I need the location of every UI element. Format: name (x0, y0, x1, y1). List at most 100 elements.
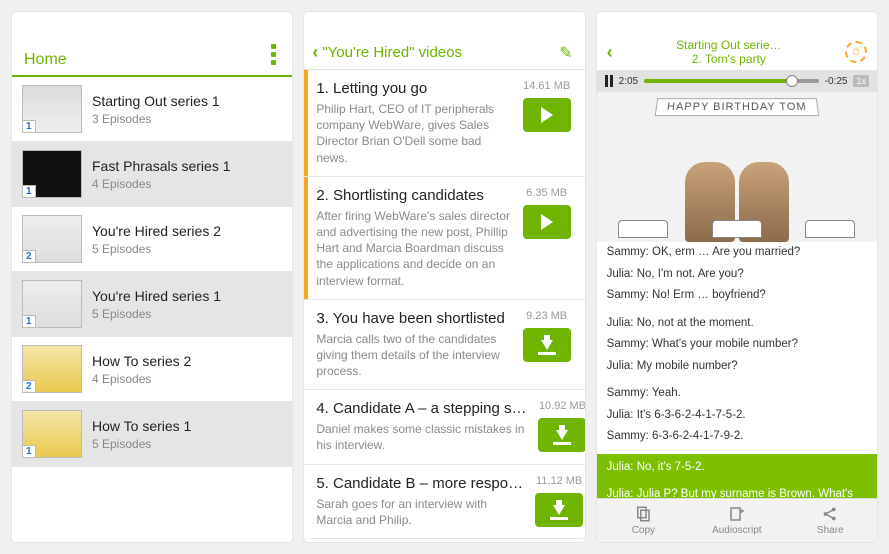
series-title: How To series 2 (92, 353, 191, 369)
series-subtitle: 4 Episodes (92, 177, 231, 191)
video-actions: 6.35 MB (519, 187, 575, 289)
series-text: You're Hired series 2 5 Episodes (92, 223, 221, 256)
edit-icon[interactable]: ✎ (559, 43, 572, 63)
series-subtitle: 3 Episodes (92, 112, 220, 126)
episode-illustration: HAPPY BIRTHDAY TOM (597, 92, 877, 242)
transcript[interactable]: Sammy: OK, erm … Are you married?Julia: … (597, 242, 877, 498)
pause-button[interactable] (605, 75, 613, 87)
series-title: You're Hired series 1 (92, 288, 221, 304)
player-header: ‹ Starting Out serie… 2. Tom's party ⏱ (597, 12, 877, 70)
video-body: 2. Shortlisting candidates After firing W… (310, 187, 510, 289)
share-button[interactable]: Share (784, 499, 877, 542)
speed-button[interactable]: 1x (853, 75, 869, 87)
series-subtitle: 4 Episodes (92, 372, 191, 386)
series-item[interactable]: 1 You're Hired series 1 5 Episodes (12, 272, 292, 337)
transcript-line[interactable]: Sammy: No! Erm … boyfriend? (597, 285, 877, 307)
series-thumbnail: 2 (22, 345, 82, 393)
download-icon (553, 425, 571, 445)
series-badge: 1 (22, 120, 36, 133)
share-label: Share (817, 525, 844, 536)
video-size: 14.61 MB (523, 80, 570, 92)
series-subtitle: 5 Episodes (92, 242, 221, 256)
series-item[interactable]: 1 Starting Out series 1 3 Episodes (12, 77, 292, 142)
series-item[interactable]: 1 Fast Phrasals series 1 4 Episodes (12, 142, 292, 207)
series-title: You're Hired series 2 (92, 223, 221, 239)
videos-title: "You're Hired" videos (322, 44, 462, 61)
series-title: Starting Out series 1 (92, 93, 220, 109)
videos-header: ‹ "You're Hired" videos ✎ (304, 12, 584, 70)
video-title: 3. You have been shortlisted (316, 310, 510, 327)
video-size: 10.92 MB (539, 400, 585, 412)
series-title: Fast Phrasals series 1 (92, 158, 231, 174)
video-item[interactable]: 5. Candidate B – more respo…Sarah goes f… (304, 465, 584, 539)
series-item[interactable]: 1 How To series 1 5 Episodes (12, 402, 292, 467)
player-titles: Starting Out serie… 2. Tom's party (621, 38, 837, 66)
audioscript-icon (728, 505, 746, 523)
series-badge: 1 (22, 315, 36, 328)
video-description: After firing WebWare's sales director an… (316, 208, 510, 289)
video-description: Daniel makes some classic mistakes in hi… (316, 421, 526, 453)
screen-player: ‹ Starting Out serie… 2. Tom's party ⏱ 2… (597, 12, 877, 542)
transcript-line[interactable]: Julia: No, I'm not. Are you? (597, 264, 877, 286)
download-icon (538, 335, 556, 355)
video-body: 1. Letting you goPhilip Hart, CEO of IT … (310, 80, 510, 166)
video-item[interactable]: 1. Letting you goPhilip Hart, CEO of IT … (304, 70, 584, 177)
series-thumbnail: 1 (22, 410, 82, 458)
copy-button[interactable]: Copy (597, 499, 690, 542)
video-title: 5. Candidate B – more respo… (316, 475, 523, 492)
audio-controls: 2:05 -0:25 1x (597, 70, 877, 92)
video-title: 4. Candidate A – a stepping s… (316, 400, 526, 417)
video-actions: 10.92 MB (534, 400, 584, 453)
download-button[interactable] (535, 493, 583, 527)
transcript-line[interactable]: Julia: It's 6-3-6-2-4-1-7-5-2. (597, 405, 877, 427)
download-button[interactable] (538, 418, 584, 452)
download-button[interactable] (523, 328, 571, 362)
remaining-time: -0:25 (825, 76, 848, 87)
video-body: 3. You have been shortlistedMarcia calls… (310, 310, 510, 380)
player-series-title: Starting Out serie… (621, 38, 837, 52)
transcript-line-current[interactable]: Julia: Julia P? But my surname is Brown.… (597, 481, 877, 498)
series-badge: 1 (22, 445, 36, 458)
transcript-line[interactable]: Sammy: 6-3-6-2-4-1-7-9-2. (597, 426, 877, 448)
seek-slider[interactable] (644, 79, 819, 83)
home-title: Home (24, 51, 67, 69)
series-item[interactable]: 2 How To series 2 4 Episodes (12, 337, 292, 402)
transcript-line[interactable]: Julia: My mobile number? (597, 356, 877, 378)
video-body: 4. Candidate A – a stepping s… Daniel mak… (310, 400, 526, 453)
series-subtitle: 5 Episodes (92, 437, 191, 451)
series-subtitle: 5 Episodes (92, 307, 221, 321)
player-episode-title: 2. Tom's party (621, 52, 837, 66)
series-text: You're Hired series 1 5 Episodes (92, 288, 221, 321)
series-item[interactable]: 2 You're Hired series 2 5 Episodes (12, 207, 292, 272)
transcript-line[interactable]: Sammy: Yeah. (597, 383, 877, 405)
transcript-line[interactable]: Julia: No, not at the moment. (597, 313, 877, 335)
menu-icon[interactable] (267, 40, 280, 69)
timer-icon[interactable]: ⏱ (845, 41, 867, 63)
video-item[interactable]: 2. Shortlisting candidates After firing W… (304, 177, 584, 300)
series-list[interactable]: 1 Starting Out series 1 3 Episodes 1 Fast Ph… (12, 77, 292, 542)
series-title: How To series 1 (92, 418, 191, 434)
elapsed-time: 2:05 (619, 76, 638, 87)
audioscript-label: Audioscript (712, 525, 761, 536)
chevron-left-icon: ‹ (312, 42, 318, 63)
series-thumbnail: 2 (22, 215, 82, 263)
play-button[interactable] (523, 205, 571, 239)
back-button[interactable]: ‹ "You're Hired" videos (312, 42, 462, 63)
transcript-line[interactable]: Sammy: What's your mobile number? (597, 334, 877, 356)
series-badge: 2 (22, 250, 36, 263)
play-button[interactable] (523, 98, 571, 132)
download-icon (550, 500, 568, 520)
series-thumbnail: 1 (22, 280, 82, 328)
video-title: 2. Shortlisting candidates (316, 187, 510, 204)
back-button[interactable]: ‹ (607, 42, 613, 63)
screen-videos: ‹ "You're Hired" videos ✎ 1. Letting you… (304, 12, 584, 542)
audioscript-button[interactable]: Audioscript (690, 499, 783, 542)
series-thumbnail: 1 (22, 85, 82, 133)
video-actions: 14.61 MB (519, 80, 575, 166)
series-thumbnail: 1 (22, 150, 82, 198)
video-list[interactable]: 1. Letting you goPhilip Hart, CEO of IT … (304, 70, 584, 542)
transcript-line[interactable]: Sammy: OK, erm … Are you married? (597, 242, 877, 264)
video-item[interactable]: 3. You have been shortlistedMarcia calls… (304, 300, 584, 391)
video-item[interactable]: 4. Candidate A – a stepping s… Daniel mak… (304, 390, 584, 464)
transcript-line-current[interactable]: Julia: No, it's 7-5-2. (597, 454, 877, 482)
